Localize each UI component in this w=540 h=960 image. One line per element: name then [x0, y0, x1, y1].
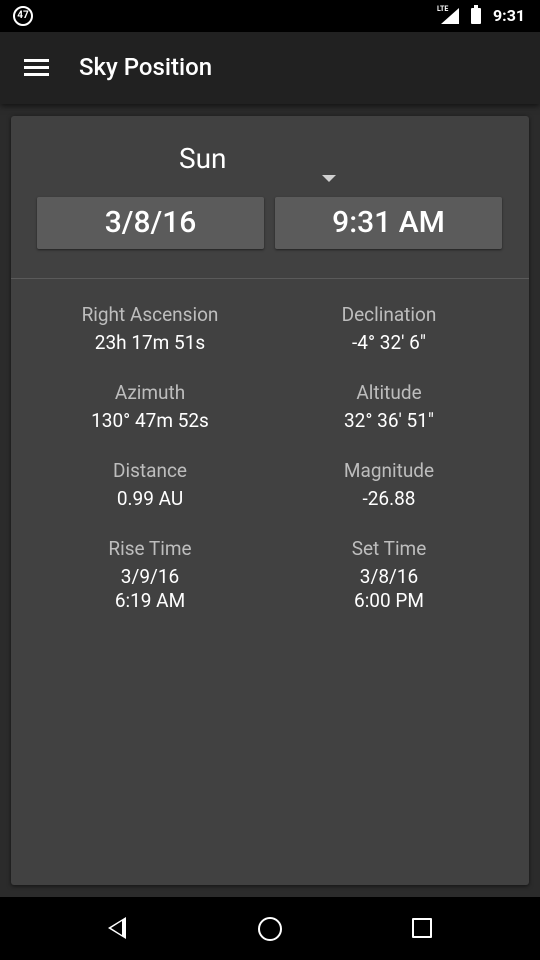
declination-value: -4° 32' 6": [352, 331, 426, 354]
page-title: Sky Position: [79, 53, 213, 81]
navigation-bar: [0, 897, 540, 960]
notification-badge-icon: 47: [13, 6, 33, 26]
date-button[interactable]: 3/8/16: [37, 197, 264, 249]
distance-item: Distance 0.99 AU: [20, 460, 280, 511]
rise-time-label: Rise Time: [108, 537, 192, 560]
altitude-label: Altitude: [356, 381, 422, 404]
app-bar: Sky Position: [0, 32, 540, 104]
magnitude-label: Magnitude: [343, 459, 435, 482]
set-time-value: 6:00 PM: [354, 589, 424, 612]
chevron-down-icon: [322, 175, 336, 182]
declination-label: Declination: [341, 303, 437, 326]
altitude-value: 32° 36' 51": [344, 409, 434, 432]
celestial-body-dropdown[interactable]: Sun: [171, 136, 371, 182]
back-triangle-icon[interactable]: [108, 917, 126, 939]
status-clock: 9:31: [493, 6, 526, 25]
altitude-item: Altitude 32° 36' 51": [259, 382, 519, 433]
divider: [11, 278, 529, 279]
home-circle-icon[interactable]: [258, 917, 282, 941]
signal-icon: [441, 8, 459, 24]
distance-value: 0.99 AU: [116, 487, 184, 510]
magnitude-item: Magnitude -26.88: [259, 460, 519, 511]
hamburger-menu-icon[interactable]: [24, 59, 49, 77]
right-ascension-value: 23h 17m 51s: [94, 331, 206, 354]
azimuth-label: Azimuth: [114, 381, 186, 404]
rise-time-value: 6:19 AM: [114, 589, 186, 612]
azimuth-value: 130° 47m 52s: [91, 409, 209, 432]
azimuth-item: Azimuth 130° 47m 52s: [20, 382, 280, 433]
set-time-label: Set Time: [351, 537, 427, 560]
declination-item: Declination -4° 32' 6": [259, 304, 519, 355]
right-ascension-item: Right Ascension 23h 17m 51s: [20, 304, 280, 355]
rise-date-value: 3/9/16: [120, 565, 180, 588]
battery-icon: [471, 5, 481, 24]
selected-body: Sun: [179, 142, 227, 175]
set-time-item: Set Time 3/8/16 6:00 PM: [259, 538, 519, 613]
time-button[interactable]: 9:31 AM: [275, 197, 502, 249]
set-date-value: 3/8/16: [359, 565, 419, 588]
magnitude-value: -26.88: [362, 487, 416, 510]
right-ascension-label: Right Ascension: [81, 303, 219, 326]
sky-position-card: Sun 3/8/16 9:31 AM Right Ascension 23h 1…: [11, 116, 529, 885]
recents-square-icon[interactable]: [412, 918, 432, 938]
rise-time-item: Rise Time 3/9/16 6:19 AM: [20, 538, 280, 613]
status-bar: 47 LTE 9:31: [0, 0, 540, 32]
distance-label: Distance: [113, 459, 187, 482]
